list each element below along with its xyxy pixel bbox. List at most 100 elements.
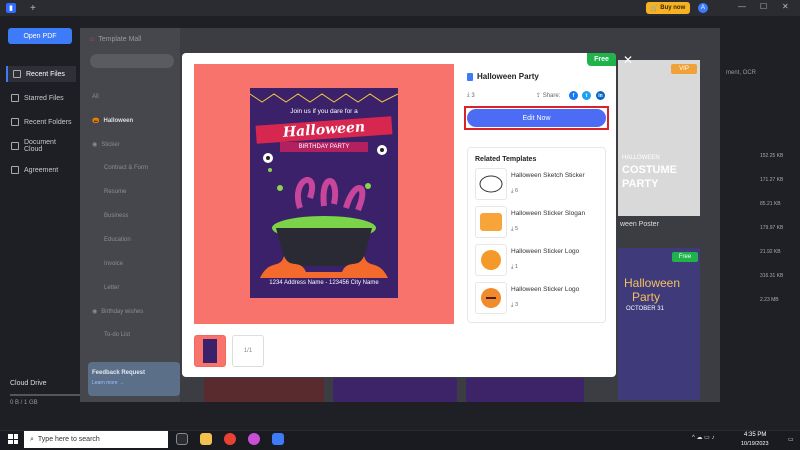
bottom-template-card[interactable] <box>204 378 324 402</box>
category-todo-list[interactable]: To-do List <box>104 332 130 338</box>
cart-icon: 🛒 <box>650 5 659 12</box>
poster-subhead: BIRTHDAY PARTY <box>280 142 368 152</box>
download-icon: ⤓ <box>511 226 514 232</box>
pumpkin-icon: 🎃 <box>92 118 100 124</box>
windows-start-icon[interactable] <box>8 434 18 444</box>
download-icon: ⤓ <box>511 302 514 308</box>
folder-icon <box>11 118 19 126</box>
download-icon: ⤓ <box>511 264 514 270</box>
taskbar-search-input[interactable]: ⌕ Type here to search <box>24 431 168 448</box>
category-birthday-wishes[interactable]: ◉ Birthday wishes <box>92 308 143 316</box>
related-template-item[interactable]: Halloween Sketch Sticker ⤓ 6 <box>475 168 605 202</box>
file-size: 171.27 KB <box>760 177 784 183</box>
task-view-icon[interactable] <box>176 433 188 445</box>
home-icon: ⌂ <box>90 36 95 43</box>
page-indicator: 1/1 <box>232 335 264 367</box>
costume-party-card[interactable]: HALLOWEEN COSTUME PARTY <box>618 60 700 216</box>
file-size: 179.97 KB <box>760 225 784 231</box>
related-template-item[interactable]: Halloween Sticker Logo ⤓ 3 <box>475 282 605 316</box>
download-icon: ⤓ <box>511 188 514 194</box>
taskbar-time[interactable]: 4:35 PM <box>744 432 766 438</box>
user-avatar[interactable]: A <box>698 3 708 13</box>
template-search-input[interactable] <box>90 54 174 68</box>
template-mall-sidebar <box>80 28 180 402</box>
minimize-button[interactable]: — <box>738 2 746 11</box>
template-title: Halloween Party <box>467 72 539 81</box>
sidebar-item-document-cloud[interactable]: Document Cloud <box>6 138 76 154</box>
related-thumbnail <box>475 244 507 276</box>
share-label: ⇪ Share: <box>536 93 561 99</box>
close-modal-button[interactable]: ✕ <box>623 53 633 67</box>
sidebar-item-recent-files[interactable]: Recent Files <box>6 66 76 82</box>
close-window-button[interactable]: ✕ <box>782 2 789 11</box>
new-tab-button[interactable]: + <box>30 3 36 14</box>
maximize-button[interactable]: ☐ <box>760 2 767 11</box>
related-thumbnail <box>475 206 507 238</box>
related-templates-title: Related Templates <box>475 156 537 163</box>
vip-badge: VIP <box>671 64 697 74</box>
document-icon <box>467 72 473 81</box>
file-explorer-icon[interactable] <box>200 433 212 445</box>
taskbar-date[interactable]: 10/19/2023 <box>741 441 769 447</box>
cloud-icon <box>11 142 19 150</box>
sidebar-item-agreement[interactable]: Agreement <box>6 162 76 178</box>
facebook-share-icon[interactable]: f <box>569 91 578 100</box>
star-icon <box>11 94 19 102</box>
agreement-icon <box>11 166 19 174</box>
notification-icon[interactable]: ▭ <box>788 436 794 443</box>
halloween-party-card[interactable]: Halloween Party OCTOBER 31 <box>618 248 700 400</box>
feedback-banner[interactable]: Feedback Request Learn more → <box>88 362 180 396</box>
category-resume[interactable]: Resume <box>104 189 126 195</box>
file-size: 316.31 KB <box>760 273 784 279</box>
cloud-drive-label: Cloud Drive <box>10 380 47 387</box>
template-mall-title: ⌂ Template Mall <box>90 36 142 43</box>
clock-icon <box>13 70 21 78</box>
file-size: 21.92 KB <box>760 249 781 255</box>
bottom-template-card[interactable] <box>333 378 457 402</box>
bottom-template-card[interactable] <box>466 378 584 402</box>
file-size: 2.23 MB <box>760 297 779 303</box>
file-size: 85.21 KB <box>760 201 781 207</box>
pdf-app-taskbar-icon[interactable] <box>272 433 284 445</box>
sidebar-item-recent-folders[interactable]: Recent Folders <box>6 114 76 130</box>
twitter-share-icon[interactable]: t <box>582 91 591 100</box>
page-thumbnail-1[interactable] <box>194 335 226 367</box>
file-size: 152.25 KB <box>760 153 784 159</box>
free-badge-small: Free <box>672 252 698 262</box>
open-pdf-button[interactable]: Open PDF <box>8 28 72 44</box>
chrome-alt-icon[interactable] <box>248 433 260 445</box>
poster-address: 1234 Address Name - 123456 City Name <box>269 280 379 286</box>
chrome-icon[interactable] <box>224 433 236 445</box>
left-sidebar: Open PDF Recent Files Starred Files Rece… <box>0 16 80 430</box>
category-contract-form[interactable]: Contract & Form <box>104 165 148 171</box>
background-ocr-text: ment, OCR <box>726 70 757 76</box>
free-badge: Free <box>587 53 616 66</box>
card-label: ween Poster <box>620 221 659 228</box>
tray-icons[interactable]: ^ ☁ ▭ ♪ <box>692 434 715 441</box>
category-education[interactable]: Education <box>104 237 131 243</box>
sticker-icon: ◉ <box>92 142 98 148</box>
sidebar-item-starred-files[interactable]: Starred Files <box>6 90 76 106</box>
linkedin-share-icon[interactable]: in <box>596 91 605 100</box>
category-invoice[interactable]: Invoice <box>104 261 123 267</box>
feedback-link[interactable]: Learn more → <box>92 380 124 386</box>
category-sticker[interactable]: ◉ Sticker <box>92 141 120 149</box>
halloween-poster-image: Join us if you dare for a Halloween BIRT… <box>250 88 398 298</box>
cloud-storage-size: 0 B / 1 GB <box>10 400 38 406</box>
feedback-title: Feedback Request <box>92 370 146 376</box>
search-icon: ⌕ <box>30 435 34 443</box>
poster-top-text: Join us if you dare for a <box>290 108 358 115</box>
category-halloween[interactable]: 🎃 Halloween <box>92 117 133 125</box>
download-icon: ⤓ <box>467 92 470 98</box>
related-template-item[interactable]: Halloween Sticker Logo ⤓ 1 <box>475 244 605 278</box>
buy-now-button[interactable]: 🛒 Buy now <box>646 2 690 14</box>
cake-icon: ◉ <box>92 309 98 315</box>
category-all[interactable]: All <box>92 94 99 100</box>
edit-now-button[interactable]: Edit Now <box>467 109 606 127</box>
related-thumbnail <box>475 168 507 200</box>
category-letter[interactable]: Letter <box>104 285 119 291</box>
related-thumbnail <box>475 282 507 314</box>
related-template-item[interactable]: Halloween Sticker Slogan ⤓ 5 <box>475 206 605 240</box>
share-icon: ⇪ <box>536 93 542 99</box>
category-business[interactable]: Business <box>104 213 128 219</box>
